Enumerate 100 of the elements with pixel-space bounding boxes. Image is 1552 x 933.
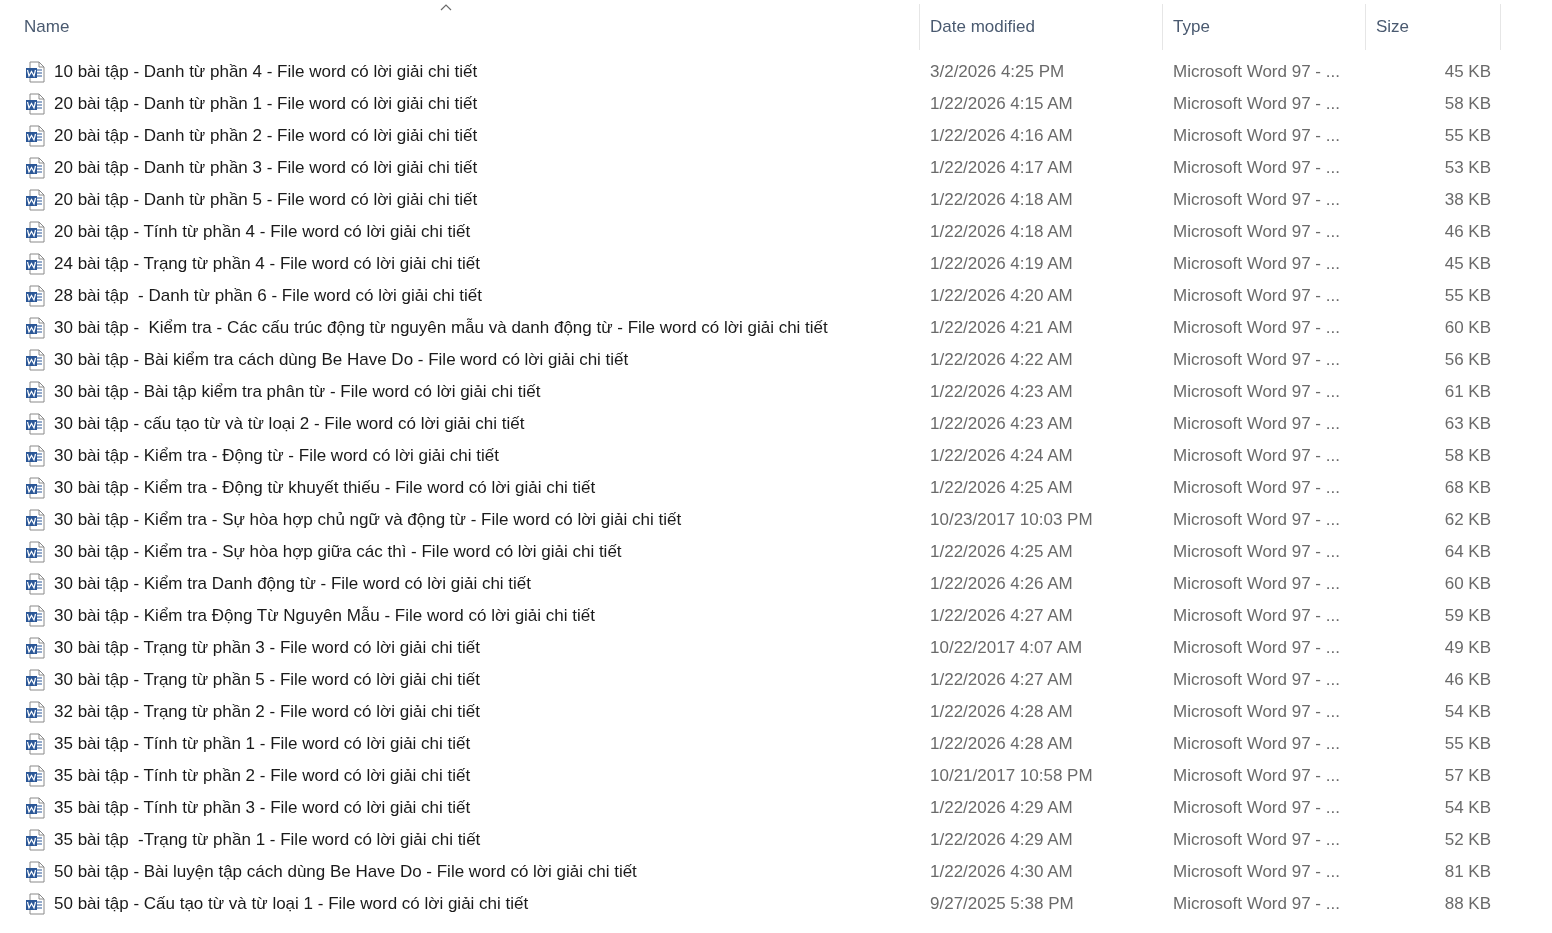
file-name[interactable]: 20 bài tập - Danh từ phần 3 - File word có lời giải chi tiết bbox=[54, 158, 478, 178]
file-name[interactable]: 30 bài tập - Kiểm tra Động Từ Nguyên Mẫu - File word có lời giải chi tiết bbox=[54, 606, 595, 626]
date-modified: 1/22/2026 4:18 AM bbox=[930, 190, 1073, 210]
word-document-icon bbox=[25, 733, 45, 755]
file-size: 46 KB bbox=[1444, 222, 1491, 242]
file-size: 46 KB bbox=[1444, 670, 1491, 690]
date-modified: 1/22/2026 4:30 AM bbox=[930, 862, 1073, 882]
file-size: 55 KB bbox=[1444, 286, 1491, 306]
file-size: 54 KB bbox=[1444, 798, 1491, 818]
file-type: Microsoft Word 97 - ... bbox=[1173, 382, 1340, 402]
word-document-icon bbox=[25, 669, 45, 691]
word-document-icon bbox=[25, 541, 45, 563]
word-document-icon bbox=[25, 701, 45, 723]
file-name[interactable]: 30 bài tập - Kiểm tra - Động từ - File word có lời giải chi tiết bbox=[54, 446, 499, 466]
date-modified: 1/22/2026 4:29 AM bbox=[930, 830, 1073, 850]
date-modified: 1/22/2026 4:24 AM bbox=[930, 446, 1073, 466]
file-name[interactable]: 28 bài tập - Danh từ phần 6 - File word có lời giải chi tiết bbox=[54, 286, 482, 306]
file-name[interactable]: 30 bài tập - Trạng từ phần 3 - File word có lời giải chi tiết bbox=[54, 638, 480, 658]
file-size: 63 KB bbox=[1444, 414, 1491, 434]
file-type: Microsoft Word 97 - ... bbox=[1173, 158, 1340, 178]
file-size: 61 KB bbox=[1444, 382, 1491, 402]
file-name[interactable]: 35 bài tập - Tính từ phần 1 - File word có lời giải chi tiết bbox=[54, 734, 471, 754]
file-name[interactable]: 30 bài tập - cấu tạo từ và từ loại 2 - File word có lời giải chi tiết bbox=[54, 414, 525, 434]
file-type: Microsoft Word 97 - ... bbox=[1173, 478, 1340, 498]
file-name[interactable]: 50 bài tập - Cấu tạo từ và từ loại 1 - File word có lời giải chi tiết bbox=[54, 894, 529, 914]
date-modified: 1/22/2026 4:16 AM bbox=[930, 126, 1073, 146]
file-name[interactable]: 30 bài tập - Bài kiểm tra cách dùng Be Have Do - File word có lời giải chi tiết bbox=[54, 350, 629, 370]
file-type: Microsoft Word 97 - ... bbox=[1173, 94, 1340, 114]
date-modified: 1/22/2026 4:27 AM bbox=[930, 606, 1073, 626]
file-size: 58 KB bbox=[1444, 446, 1491, 466]
file-type: Microsoft Word 97 - ... bbox=[1173, 894, 1340, 914]
file-name[interactable]: 30 bài tập - Kiểm tra - Các cấu trúc động từ nguyên mẫu và danh động từ - File word có lời giải chi tiết bbox=[54, 318, 828, 338]
file-name[interactable]: 20 bài tập - Tính từ phần 4 - File word có lời giải chi tiết bbox=[54, 222, 471, 242]
file-name[interactable]: 30 bài tập - Kiểm tra Danh động từ - File word có lời giải chi tiết bbox=[54, 574, 532, 594]
word-document-icon bbox=[25, 157, 45, 179]
word-document-icon bbox=[25, 317, 45, 339]
date-modified: 1/22/2026 4:23 AM bbox=[930, 382, 1073, 402]
file-size: 60 KB bbox=[1444, 318, 1491, 338]
date-modified: 3/2/2026 4:25 PM bbox=[930, 62, 1065, 82]
file-type: Microsoft Word 97 - ... bbox=[1173, 286, 1340, 306]
date-modified: 1/22/2026 4:15 AM bbox=[930, 94, 1073, 114]
file-name[interactable]: 30 bài tập - Kiểm tra - Sự hòa hợp giữa các thì - File word có lời giải chi tiết bbox=[54, 542, 622, 562]
file-size: 52 KB bbox=[1444, 830, 1491, 850]
date-modified: 1/22/2026 4:17 AM bbox=[930, 158, 1073, 178]
word-document-icon bbox=[25, 413, 45, 435]
file-name[interactable]: 35 bài tập - Tính từ phần 2 - File word có lời giải chi tiết bbox=[54, 766, 471, 786]
column-header[interactable]: Name bbox=[24, 17, 70, 37]
column-header[interactable]: Size bbox=[1376, 17, 1410, 37]
file-type: Microsoft Word 97 - ... bbox=[1173, 702, 1340, 722]
word-document-icon bbox=[25, 61, 45, 83]
file-name[interactable]: 20 bài tập - Danh từ phần 1 - File word có lời giải chi tiết bbox=[54, 94, 478, 114]
date-modified: 1/22/2026 4:21 AM bbox=[930, 318, 1073, 338]
date-modified: 1/22/2026 4:29 AM bbox=[930, 798, 1073, 818]
column-header[interactable]: Type bbox=[1173, 17, 1210, 37]
date-modified: 1/22/2026 4:28 AM bbox=[930, 702, 1073, 722]
file-type: Microsoft Word 97 - ... bbox=[1173, 542, 1340, 562]
word-document-icon bbox=[25, 125, 45, 147]
file-name[interactable]: 10 bài tập - Danh từ phần 4 - File word có lời giải chi tiết bbox=[54, 62, 478, 82]
column-header[interactable]: Date modified bbox=[930, 17, 1035, 37]
file-size: 81 KB bbox=[1444, 862, 1491, 882]
file-type: Microsoft Word 97 - ... bbox=[1173, 510, 1340, 530]
file-name[interactable]: 50 bài tập - Bài luyện tập cách dùng Be Have Do - File word có lời giải chi tiết bbox=[54, 862, 637, 882]
file-name[interactable]: 30 bài tập - Trạng từ phần 5 - File word có lời giải chi tiết bbox=[54, 670, 480, 690]
date-modified: 1/22/2026 4:27 AM bbox=[930, 670, 1073, 690]
file-name[interactable]: 24 bài tập - Trạng từ phần 4 - File word có lời giải chi tiết bbox=[54, 254, 480, 274]
word-document-icon bbox=[25, 253, 45, 275]
word-document-icon bbox=[25, 861, 45, 883]
file-name[interactable]: 32 bài tập - Trạng từ phần 2 - File word có lời giải chi tiết bbox=[54, 702, 480, 722]
file-name[interactable]: 35 bài tập -Trạng từ phần 1 - File word có lời giải chi tiết bbox=[54, 830, 481, 850]
file-name[interactable]: 30 bài tập - Kiểm tra - Sự hòa hợp chủ ngữ và động từ - File word có lời giải chi tiết bbox=[54, 510, 682, 530]
date-modified: 1/22/2026 4:22 AM bbox=[930, 350, 1073, 370]
date-modified: 10/21/2017 10:58 PM bbox=[930, 766, 1093, 786]
file-size: 62 KB bbox=[1444, 510, 1491, 530]
file-size: 53 KB bbox=[1444, 158, 1491, 178]
file-type: Microsoft Word 97 - ... bbox=[1173, 350, 1340, 370]
file-name[interactable]: 20 bài tập - Danh từ phần 2 - File word có lời giải chi tiết bbox=[54, 126, 478, 146]
word-document-icon bbox=[25, 797, 45, 819]
date-modified: 10/22/2017 4:07 AM bbox=[930, 638, 1083, 658]
file-size: 68 KB bbox=[1444, 478, 1491, 498]
file-type: Microsoft Word 97 - ... bbox=[1173, 414, 1340, 434]
date-modified: 10/23/2017 10:03 PM bbox=[930, 510, 1093, 530]
file-size: 58 KB bbox=[1444, 94, 1491, 114]
file-size: 45 KB bbox=[1444, 254, 1491, 274]
file-type: Microsoft Word 97 - ... bbox=[1173, 574, 1340, 594]
date-modified: 1/22/2026 4:25 AM bbox=[930, 542, 1073, 562]
file-name[interactable]: 30 bài tập - Kiểm tra - Động từ khuyết thiếu - File word có lời giải chi tiết bbox=[54, 478, 596, 498]
file-type: Microsoft Word 97 - ... bbox=[1173, 670, 1340, 690]
file-size: 54 KB bbox=[1444, 702, 1491, 722]
word-document-icon bbox=[25, 221, 45, 243]
file-type: Microsoft Word 97 - ... bbox=[1173, 126, 1340, 146]
date-modified: 1/22/2026 4:25 AM bbox=[930, 478, 1073, 498]
file-name[interactable]: 20 bài tập - Danh từ phần 5 - File word có lời giải chi tiết bbox=[54, 190, 478, 210]
word-document-icon bbox=[25, 509, 45, 531]
word-document-icon bbox=[25, 93, 45, 115]
word-document-icon bbox=[25, 637, 45, 659]
file-size: 55 KB bbox=[1444, 734, 1491, 754]
file-type: Microsoft Word 97 - ... bbox=[1173, 606, 1340, 626]
file-name[interactable]: 35 bài tập - Tính từ phần 3 - File word có lời giải chi tiết bbox=[54, 798, 471, 818]
word-document-icon bbox=[25, 573, 45, 595]
file-name[interactable]: 30 bài tập - Bài tập kiểm tra phân từ - File word có lời giải chi tiết bbox=[54, 382, 541, 402]
